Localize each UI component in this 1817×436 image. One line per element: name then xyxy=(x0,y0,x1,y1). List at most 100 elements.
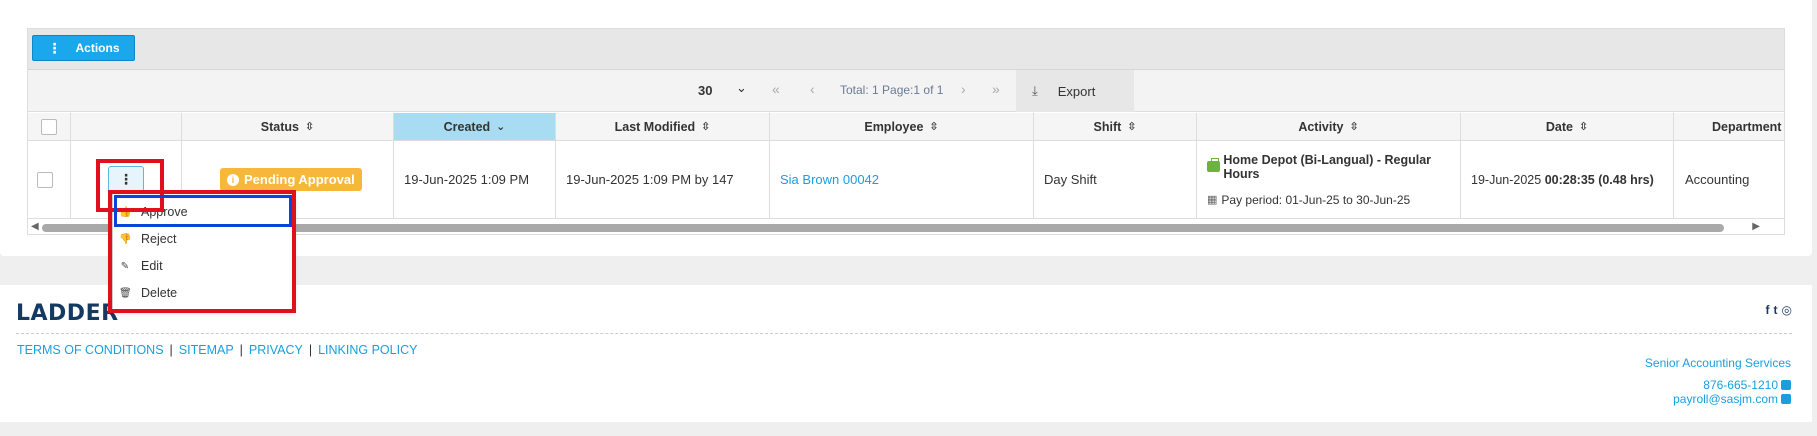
vertical-dots-icon: ⋮ xyxy=(47,40,62,56)
header-date-label: Date xyxy=(1545,119,1573,134)
actions-button[interactable]: ⋮ Actions xyxy=(32,35,135,61)
shift-value: Day Shift xyxy=(1044,172,1097,187)
row-last-modified-cell: 19-Jun-2025 1:09 PM by 147 xyxy=(556,141,770,218)
row-employee-cell: Sia Brown 00042 xyxy=(770,141,1034,218)
page-total-text: Total: 1 Page:1 of 1 xyxy=(840,83,944,97)
email-address: payroll@sasjm.com xyxy=(1673,392,1778,406)
footer-link-sitemap[interactable]: SITEMAP xyxy=(179,343,234,357)
ladder-logo[interactable]: LADDER xyxy=(16,301,119,326)
menu-item-approve-label: Approve xyxy=(141,205,188,219)
row-date-cell: 19-Jun-2025 00:28:35 (0.48 hrs) xyxy=(1461,141,1674,218)
row-shift-cell: Day Shift xyxy=(1034,141,1197,218)
row-activity-cell: Home Depot (Bi-Langual) - Regular Hours … xyxy=(1197,141,1461,218)
sort-icon: ⇳ xyxy=(701,121,711,133)
thumbs-down-icon: 👎 xyxy=(119,233,132,245)
menu-item-edit-label: Edit xyxy=(141,259,163,273)
header-select-all xyxy=(28,113,71,140)
vertical-dots-icon: ⋮ xyxy=(119,170,133,187)
duration-value: 00:28:35 (0.48 hrs) xyxy=(1544,172,1654,187)
first-page-icon[interactable]: « xyxy=(772,81,780,97)
status-badge-text: Pending Approval xyxy=(244,172,355,187)
header-last-modified[interactable]: Last Modified ⇳ xyxy=(556,113,770,140)
header-shift[interactable]: Shift ⇳ xyxy=(1034,113,1197,140)
next-page-icon[interactable]: › xyxy=(961,81,966,97)
header-status-label: Status xyxy=(260,119,299,134)
activity-period: ▦ Pay period: 01-Jun-25 to 30-Jun-25 xyxy=(1207,193,1410,207)
menu-item-edit[interactable]: ✎ Edit xyxy=(113,253,293,279)
prev-page-icon[interactable]: ‹ xyxy=(810,81,815,97)
header-actions-col xyxy=(71,113,182,140)
grid-header: Status ⇳ Created ⌄ Last Modified ⇳ Emplo… xyxy=(28,113,1784,141)
header-department[interactable]: Department xyxy=(1674,113,1784,140)
link-separator: | xyxy=(308,343,313,357)
social-links: f t ◎ xyxy=(1766,303,1792,317)
last-modified-value: 19-Jun-2025 1:09 PM by 147 xyxy=(566,172,734,187)
page-size-select[interactable]: 30 xyxy=(698,83,712,98)
created-value: 19-Jun-2025 1:09 PM xyxy=(404,172,530,187)
export-button[interactable]: ⤓ Export xyxy=(1016,70,1134,112)
phone-icon xyxy=(1781,380,1791,390)
menu-item-delete[interactable]: 🗑 Delete xyxy=(113,280,293,306)
facebook-icon[interactable]: f xyxy=(1766,303,1770,317)
twitter-icon[interactable]: t xyxy=(1774,303,1778,317)
phone-contact[interactable]: 876-665-1210 xyxy=(1703,378,1791,392)
scroll-right-icon[interactable]: ▶ xyxy=(1752,221,1760,232)
grid-toolbar: ⋮ Actions xyxy=(28,29,1784,70)
activity-title: Home Depot (Bi-Langual) - Regular Hours xyxy=(1207,153,1460,181)
row-select-cell xyxy=(28,141,71,218)
download-icon: ⤓ xyxy=(1032,83,1038,98)
thumbs-up-icon: 👍 xyxy=(119,206,132,218)
header-created-label: Created xyxy=(443,119,491,134)
department-value: Accounting xyxy=(1685,172,1750,187)
export-label: Export xyxy=(1057,83,1096,99)
employee-link[interactable]: Sia Brown 00042 xyxy=(780,172,879,187)
sort-icon: ⇳ xyxy=(929,121,939,133)
email-contact[interactable]: payroll@sasjm.com xyxy=(1673,392,1791,406)
header-activity-label: Activity xyxy=(1298,119,1344,134)
scroll-left-icon[interactable]: ◀ xyxy=(31,221,39,232)
last-page-icon[interactable]: » xyxy=(992,81,1000,97)
sort-icon: ⇳ xyxy=(304,121,315,133)
instagram-icon[interactable]: ◎ xyxy=(1782,303,1792,317)
chevron-down-icon[interactable]: ⌄ xyxy=(736,80,747,96)
header-employee-label: Employee xyxy=(864,119,924,134)
sort-icon: ⇳ xyxy=(1349,121,1359,133)
menu-item-delete-label: Delete xyxy=(141,286,178,300)
header-department-label: Department xyxy=(1712,119,1782,134)
header-date[interactable]: Date ⇳ xyxy=(1461,113,1674,140)
row-created-cell: 19-Jun-2025 1:09 PM xyxy=(394,141,556,218)
header-last-modified-label: Last Modified xyxy=(614,119,696,134)
row-checkbox[interactable] xyxy=(37,171,53,188)
row-menu-button[interactable]: ⋮ xyxy=(108,166,144,192)
select-all-checkbox[interactable] xyxy=(41,118,57,135)
footer-link-linking-policy[interactable]: LINKING POLICY xyxy=(318,343,417,357)
sort-icon: ⇳ xyxy=(1578,121,1589,133)
link-separator: | xyxy=(169,343,173,357)
footer-divider xyxy=(16,333,1792,334)
info-icon: i xyxy=(227,173,239,186)
date-value: 19-Jun-2025 xyxy=(1471,172,1542,187)
envelope-icon xyxy=(1781,394,1791,404)
briefcase-icon xyxy=(1207,158,1221,172)
header-activity[interactable]: Activity ⇳ xyxy=(1197,113,1461,140)
sort-desc-icon: ⌄ xyxy=(496,121,506,133)
footer-link-privacy[interactable]: PRIVACY xyxy=(249,343,303,357)
actions-label: Actions xyxy=(75,41,120,55)
header-created[interactable]: Created ⌄ xyxy=(394,113,556,140)
footer-links: TERMS OF CONDITIONS | SITEMAP | PRIVACY … xyxy=(17,343,417,357)
menu-item-approve[interactable]: 👍 Approve xyxy=(113,199,293,225)
company-name[interactable]: Senior Accounting Services xyxy=(1645,356,1791,370)
scrollbar-thumb[interactable] xyxy=(42,224,1724,232)
activity-period-text: Pay period: 01-Jun-25 to 30-Jun-25 xyxy=(1221,192,1411,207)
trash-icon: 🗑 xyxy=(119,287,132,299)
header-employee[interactable]: Employee ⇳ xyxy=(770,113,1034,140)
activity-title-text: Home Depot (Bi-Langual) - Regular Hours xyxy=(1223,152,1432,181)
footer-link-terms[interactable]: TERMS OF CONDITIONS xyxy=(17,343,164,357)
header-shift-label: Shift xyxy=(1093,119,1122,134)
header-status[interactable]: Status ⇳ xyxy=(182,113,394,140)
sort-icon: ⇳ xyxy=(1127,121,1137,133)
phone-number: 876-665-1210 xyxy=(1703,378,1778,392)
row-department-cell: Accounting xyxy=(1674,141,1784,218)
status-badge: i Pending Approval xyxy=(220,168,362,191)
menu-item-reject[interactable]: 👎 Reject xyxy=(113,226,293,252)
